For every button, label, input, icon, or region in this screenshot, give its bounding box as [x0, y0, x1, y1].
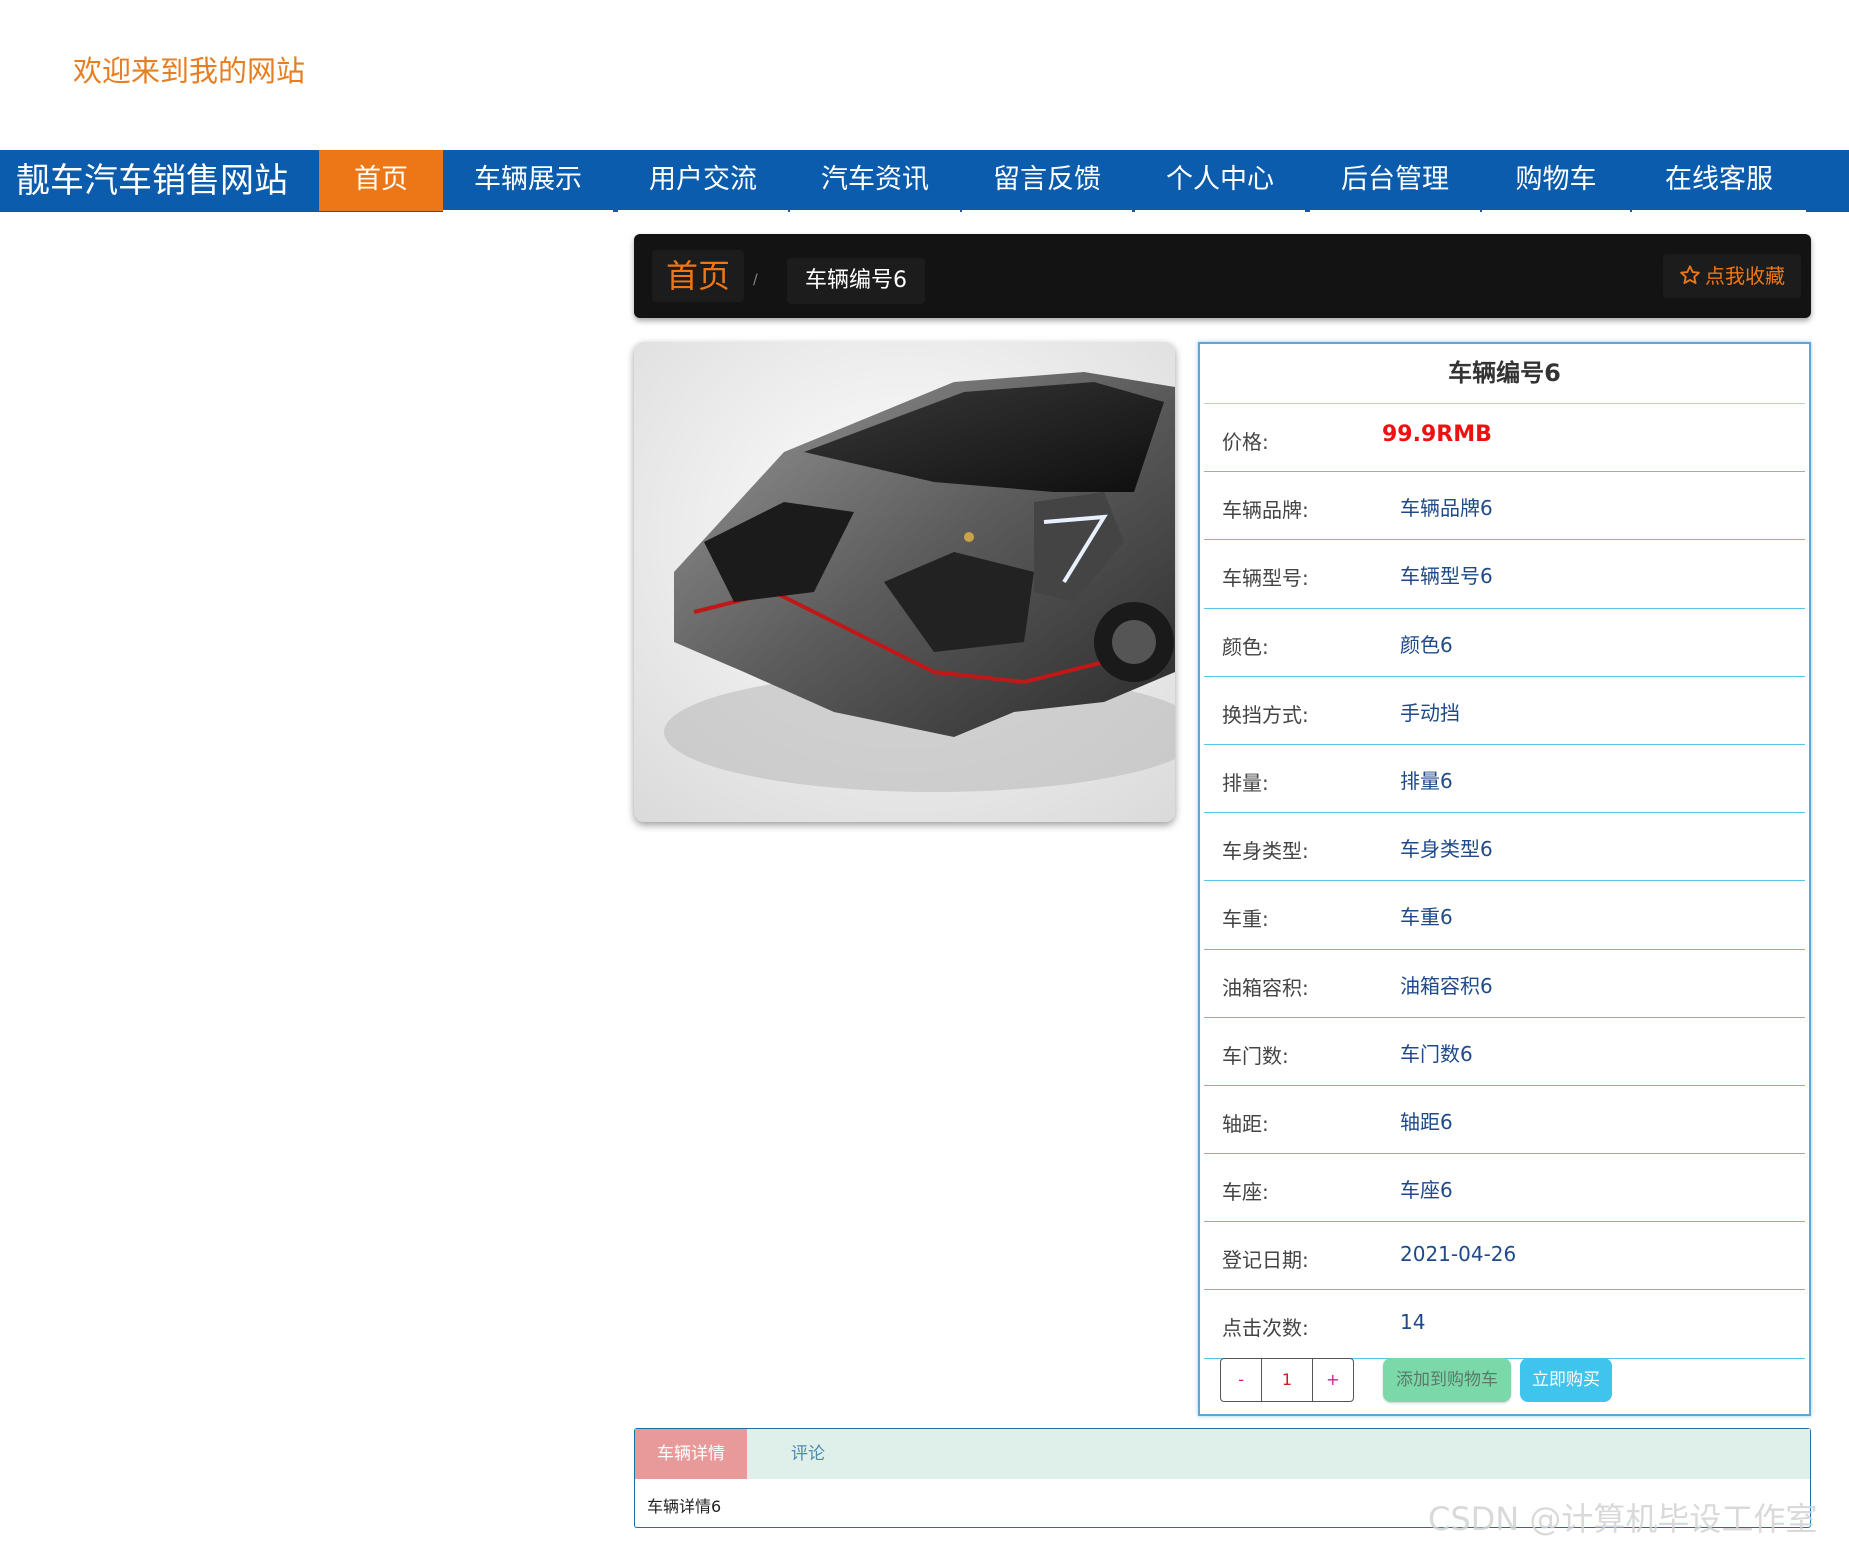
- info-row-body-type: 车身类型: 车身类型6: [1204, 813, 1805, 882]
- nav-item-admin[interactable]: 后台管理: [1310, 150, 1480, 212]
- info-row-color: 颜色: 颜色6: [1204, 609, 1805, 677]
- nav-item-home[interactable]: 首页: [319, 150, 443, 211]
- info-label: 车辆型号:: [1222, 566, 1309, 591]
- info-label: 车身类型:: [1222, 839, 1309, 864]
- info-value: 排量6: [1400, 768, 1453, 793]
- info-label: 油箱容积:: [1222, 975, 1309, 1000]
- quantity-input[interactable]: 1: [1261, 1359, 1313, 1401]
- price-value: 99.9RMB: [1382, 422, 1492, 447]
- tab-bar: 车辆详情 评论: [635, 1429, 1810, 1479]
- info-value: 手动挡: [1400, 700, 1460, 725]
- info-value: 14: [1400, 1310, 1426, 1335]
- info-row-fuel-tank: 油箱容积: 油箱容积6: [1204, 950, 1805, 1018]
- info-label: 价格:: [1222, 430, 1269, 454]
- info-row-displacement: 排量: 排量6: [1204, 745, 1805, 814]
- info-row-doors: 车门数: 车门数6: [1204, 1018, 1805, 1086]
- main-navbar: 靓车汽车销售网站 首页 车辆展示 用户交流 汽车资讯 留言反馈 个人中心 后台管…: [0, 150, 1849, 212]
- car-info-panel: 车辆编号6 价格: 99.9RMB 车辆品牌: 车辆品牌6 车辆型号: 车辆型号6 颜…: [1198, 342, 1811, 1416]
- breadcrumb-home[interactable]: 首页: [652, 250, 745, 302]
- info-value: 车辆型号6: [1400, 564, 1493, 589]
- info-label: 颜色:: [1222, 634, 1269, 659]
- welcome-text: 欢迎来到我的网站: [73, 54, 306, 88]
- info-value: 油箱容积6: [1400, 973, 1493, 998]
- car-photo: [634, 342, 1175, 822]
- nav-item-news[interactable]: 汽车资讯: [790, 150, 960, 212]
- tab-car-details[interactable]: 车辆详情: [635, 1429, 747, 1479]
- info-value: 车身类型6: [1400, 837, 1493, 862]
- info-label: 登记日期:: [1222, 1248, 1309, 1273]
- info-row-model: 车辆型号: 车辆型号6: [1204, 540, 1805, 609]
- info-label: 排量:: [1222, 770, 1269, 795]
- info-label: 车重:: [1222, 907, 1269, 932]
- info-value: 车座6: [1400, 1178, 1453, 1203]
- site-brand[interactable]: 靓车汽车销售网站: [16, 150, 288, 212]
- tab-comments[interactable]: 评论: [791, 1429, 825, 1479]
- info-value: 颜色6: [1400, 632, 1453, 657]
- info-label: 点击次数:: [1222, 1316, 1309, 1341]
- info-row-clicks: 点击次数: 14: [1204, 1290, 1805, 1359]
- breadcrumb-current: 车辆编号6: [787, 258, 925, 304]
- add-to-cart-button[interactable]: 添加到购物车: [1383, 1358, 1511, 1402]
- info-label: 车门数:: [1222, 1043, 1289, 1068]
- nav-item-cart[interactable]: 购物车: [1482, 150, 1630, 212]
- nav-item-profile[interactable]: 个人中心: [1135, 150, 1305, 212]
- info-row-price: 价格: 99.9RMB: [1204, 404, 1805, 473]
- info-value: 车门数6: [1400, 1041, 1473, 1066]
- info-value: 车重6: [1400, 905, 1453, 930]
- nav-item-vehicles[interactable]: 车辆展示: [443, 150, 613, 212]
- info-row-weight: 车重: 车重6: [1204, 881, 1805, 950]
- purchase-actions: - 1 + 添加到购物车 立即购买: [1220, 1358, 1800, 1404]
- supercar-illustration: [634, 342, 1175, 822]
- breadcrumb: 首页 / 车辆编号6 点我收藏: [634, 234, 1811, 318]
- buy-now-button[interactable]: 立即购买: [1520, 1358, 1612, 1402]
- quantity-stepper: - 1 +: [1220, 1358, 1354, 1402]
- info-value: 轴距6: [1400, 1109, 1453, 1134]
- nav-item-feedback[interactable]: 留言反馈: [962, 150, 1132, 212]
- info-label: 车座:: [1222, 1180, 1269, 1205]
- info-label: 换挡方式:: [1222, 702, 1309, 727]
- nav-item-support[interactable]: 在线客服: [1632, 150, 1806, 212]
- info-row-wheelbase: 轴距: 轴距6: [1204, 1086, 1805, 1155]
- car-title: 车辆编号6: [1204, 344, 1805, 404]
- breadcrumb-separator: /: [753, 272, 758, 288]
- info-row-seats: 车座: 车座6: [1204, 1154, 1805, 1223]
- info-value: 车辆品牌6: [1400, 496, 1493, 521]
- watermark-text: CSDN @计算机毕设工作室: [1428, 1500, 1818, 1538]
- star-outline-icon: [1680, 265, 1700, 284]
- info-label: 车辆品牌:: [1222, 498, 1309, 523]
- info-row-brand: 车辆品牌: 车辆品牌6: [1204, 472, 1805, 541]
- quantity-decrease-button[interactable]: -: [1221, 1359, 1261, 1401]
- nav-item-community[interactable]: 用户交流: [618, 150, 788, 212]
- info-label: 轴距:: [1222, 1111, 1269, 1136]
- info-row-transmission: 换挡方式: 手动挡: [1204, 677, 1805, 745]
- favorite-button[interactable]: 点我收藏: [1663, 254, 1801, 298]
- favorite-label: 点我收藏: [1705, 264, 1785, 288]
- info-value: 2021-04-26: [1400, 1242, 1517, 1267]
- info-row-register-date: 登记日期: 2021-04-26: [1204, 1222, 1805, 1291]
- quantity-increase-button[interactable]: +: [1313, 1359, 1353, 1401]
